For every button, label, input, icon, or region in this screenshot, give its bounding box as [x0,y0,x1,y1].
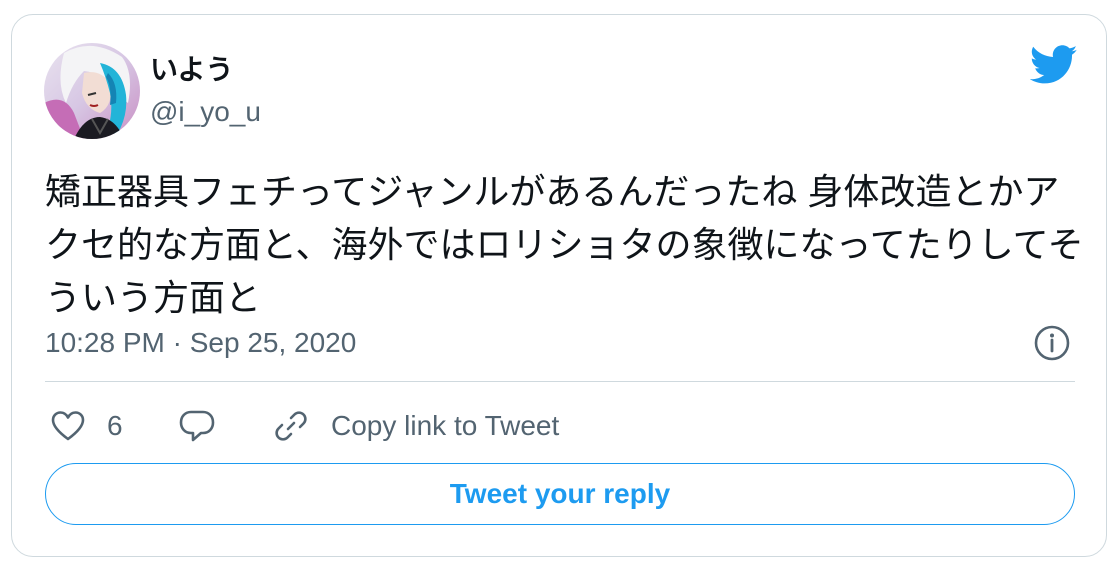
tweet-card: いよう @i_yo_u 矯正器具フェチってジャンルがあるんだったね 身体改造とか… [11,14,1107,557]
avatar[interactable] [44,43,140,139]
copy-link-button[interactable]: Copy link to Tweet [273,403,559,449]
heart-icon [51,411,85,441]
tweet-your-reply-button[interactable]: Tweet your reply [45,463,1075,525]
tweet-text: 矯正器具フェチってジャンルがあるんだったね 身体改造とかアクセ的な方面と、海外で… [45,171,1084,318]
reply-bubble-icon [179,410,215,442]
reply-button-label: Tweet your reply [449,478,671,509]
like-count: 6 [107,410,123,441]
info-icon[interactable] [1032,323,1072,363]
like-button[interactable]: 6 [51,403,123,449]
avatar-image [44,43,140,139]
reply-icon-button[interactable] [179,403,215,449]
divider [45,381,1075,382]
author-handle[interactable]: @i_yo_u [150,95,261,129]
twitter-bird-icon[interactable] [1029,45,1078,85]
tweet-timestamp[interactable]: 10:28 PM · Sep 25, 2020 [45,325,356,361]
link-icon [275,411,307,441]
copy-link-label: Copy link to Tweet [331,410,560,441]
tweet-actions: 6 Copy link to Tweet [45,403,1075,449]
author-display-name[interactable]: いよう [150,53,233,87]
